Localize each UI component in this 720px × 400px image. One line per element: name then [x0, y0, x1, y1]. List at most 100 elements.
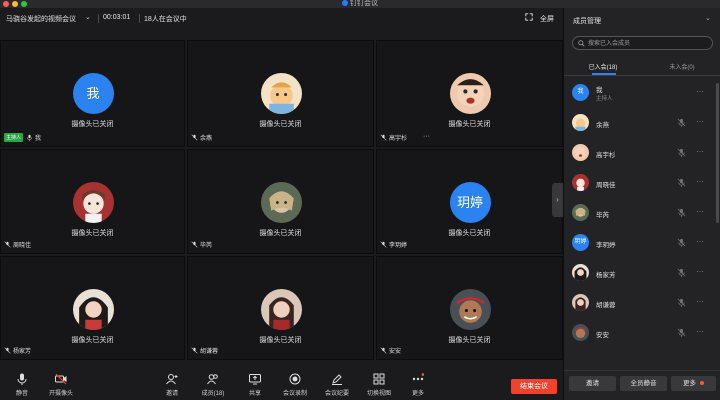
add-user-icon: [166, 374, 178, 385]
minutes-button[interactable]: 会议纪要: [322, 373, 352, 397]
video-tile[interactable]: 玥婷 摄像头已关闭 李玥婷: [376, 149, 563, 254]
screen-share-icon: [249, 374, 261, 385]
avatar: [572, 264, 589, 281]
more-options-icon[interactable]: ···: [696, 177, 704, 186]
camera-off-text: 摄像头已关闭: [259, 337, 302, 344]
video-tile[interactable]: 摄像头已关闭 周晓佳: [0, 149, 185, 254]
tile-name-label: 杨家芳: [13, 349, 32, 355]
video-grid: 我 摄像头已关闭 主持人 我 摄像头已关闭 余燕 摄像头已关闭 高宇杉 ···: [0, 40, 563, 360]
more-options-icon[interactable]: ···: [696, 87, 704, 96]
mic-muted-icon: [191, 347, 198, 354]
fullscreen-icon[interactable]: [525, 13, 533, 21]
search-icon: [578, 40, 585, 47]
avatar: [449, 289, 491, 330]
member-row[interactable]: 周晓佳 ···: [564, 168, 714, 198]
more-button[interactable]: 更多: [406, 373, 430, 397]
more-dots-icon: [412, 373, 424, 381]
panel-title: 成员管理: [573, 18, 601, 25]
chevron-down-icon[interactable]: ⌄: [85, 13, 91, 21]
member-row[interactable]: 安安 ···: [564, 318, 714, 348]
avatar: [72, 182, 114, 223]
more-options-icon[interactable]: ···: [696, 117, 704, 126]
tab-not-joined[interactable]: 未入会(0): [643, 62, 720, 71]
members-button[interactable]: 成员(18): [198, 373, 228, 397]
member-search: [572, 36, 713, 50]
host-badge: 主持人: [4, 133, 24, 142]
mic-muted-icon: [191, 241, 198, 248]
member-row[interactable]: 高宇杉 ···: [564, 138, 714, 168]
video-tile[interactable]: 摄像头已关闭 余燕: [187, 40, 374, 147]
camera-off-text: 摄像头已关闭: [259, 230, 302, 237]
mic-muted-icon[interactable]: [677, 328, 686, 337]
avatar: 玥婷: [572, 234, 589, 251]
microphone-icon: [17, 373, 27, 385]
avatar: [572, 114, 589, 131]
members-icon: [207, 374, 218, 385]
mic-muted-icon[interactable]: [677, 238, 686, 247]
member-name: 高宇杉: [596, 152, 616, 159]
record-button[interactable]: 会议录制: [280, 373, 310, 397]
more-options-icon[interactable]: ···: [696, 327, 704, 336]
mic-muted-icon[interactable]: [677, 148, 686, 157]
mic-muted-icon: [380, 347, 387, 354]
member-name: 我: [596, 87, 603, 94]
chevron-down-icon[interactable]: ⌄: [705, 14, 711, 22]
member-row[interactable]: 毕芮 ···: [564, 198, 714, 228]
collapse-panel-chevron-icon[interactable]: ›: [552, 183, 563, 217]
mic-muted-icon[interactable]: [677, 298, 686, 307]
member-row[interactable]: 余燕 ···: [564, 108, 714, 138]
member-row[interactable]: 我 我 主持人 ···: [564, 78, 714, 108]
more-options-icon[interactable]: ···: [696, 207, 704, 216]
avatar: 我: [72, 73, 114, 114]
camera-off-text: 摄像头已关闭: [71, 230, 114, 237]
video-tile[interactable]: 摄像头已关闭 胡谦蓉: [187, 256, 374, 360]
more-options-icon[interactable]: ···: [696, 147, 704, 156]
pen-icon: [332, 374, 342, 385]
more-options-icon[interactable]: ···: [696, 237, 704, 246]
notification-dot: [700, 381, 704, 386]
video-tile[interactable]: 摄像头已关闭 杨家芳: [0, 256, 185, 360]
mic-muted-icon[interactable]: [677, 178, 686, 187]
switch-view-button[interactable]: 切换视图: [364, 373, 394, 397]
mic-muted-icon[interactable]: [677, 268, 686, 277]
tab-joined[interactable]: 已入会(18): [564, 62, 642, 71]
avatar: [572, 174, 589, 191]
more-options-icon[interactable]: ···: [696, 267, 704, 276]
member-name: 余燕: [596, 122, 609, 129]
mute-all-button[interactable]: 全员静音: [620, 376, 667, 391]
video-tile-me[interactable]: 我 摄像头已关闭 主持人 我: [0, 40, 185, 147]
mic-muted-icon[interactable]: [677, 208, 686, 217]
member-list-scrollbar[interactable]: [716, 83, 719, 223]
tile-name-label: 安安: [389, 349, 402, 355]
video-tile[interactable]: 摄像头已关闭 高宇杉 ···: [376, 40, 563, 147]
video-tile[interactable]: 摄像头已关闭 安安: [376, 256, 563, 360]
fullscreen-button[interactable]: 全屏: [540, 14, 554, 24]
meeting-timer: 00:03:01: [103, 14, 131, 21]
avatar: [260, 182, 302, 223]
camera-button[interactable]: 开摄像头: [44, 373, 78, 397]
mute-button[interactable]: 静音: [10, 373, 34, 397]
tile-name-label: 毕芮: [200, 243, 213, 249]
meeting-title[interactable]: 马骁谷发起的视频会议: [6, 14, 76, 24]
panel-more-button[interactable]: 更多: [671, 376, 716, 391]
mic-muted-icon: [380, 134, 387, 141]
mic-muted-icon[interactable]: [677, 118, 686, 127]
dingtalk-logo-icon: [342, 0, 348, 7]
avatar: [572, 294, 589, 311]
member-name: 毕芮: [596, 212, 609, 219]
member-name: 杨家芳: [596, 272, 616, 279]
more-options-icon[interactable]: ···: [696, 297, 704, 306]
video-tile[interactable]: 摄像头已关闭 毕芮: [187, 149, 374, 254]
tile-name-label: 周晓佳: [13, 243, 32, 249]
member-name: 李玥婷: [596, 242, 616, 249]
search-input[interactable]: [588, 38, 708, 49]
member-row[interactable]: 玥婷 李玥婷 ···: [564, 228, 714, 258]
more-options-icon[interactable]: ···: [423, 133, 430, 140]
member-row[interactable]: 杨家芳 ···: [564, 258, 714, 288]
member-row[interactable]: 胡谦蓉 ···: [564, 288, 714, 318]
member-management-panel: 成员管理 ⌄ 已入会(18) 未入会(0) 我 我 主持人 ··· 余燕 ···…: [563, 8, 720, 400]
invite-button[interactable]: 邀请: [569, 376, 616, 391]
invite-button[interactable]: 邀请: [160, 373, 184, 397]
share-button[interactable]: 共享: [242, 373, 268, 397]
end-meeting-button[interactable]: 结束会议: [511, 379, 557, 394]
